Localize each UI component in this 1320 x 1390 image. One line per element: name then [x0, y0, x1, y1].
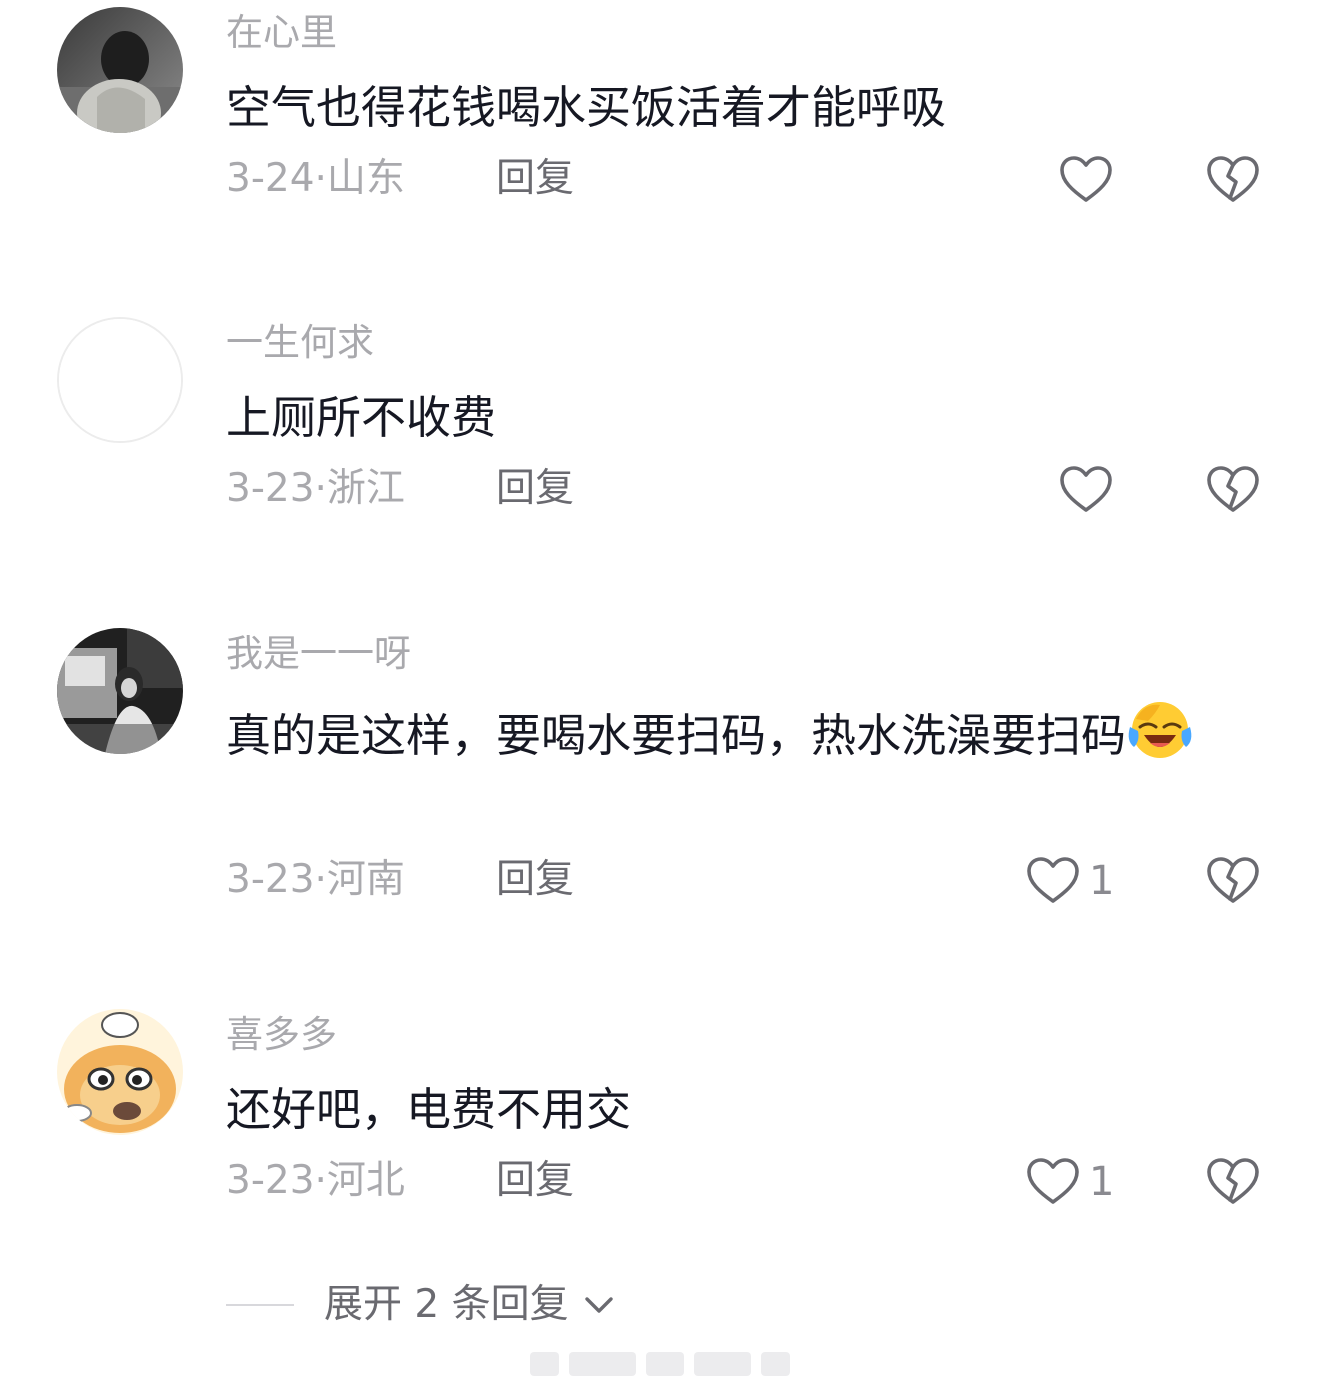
expand-divider: [226, 1304, 294, 1306]
blank-avatar-icon[interactable]: [57, 317, 183, 443]
comment-username[interactable]: 我是一一呀: [226, 631, 411, 677]
comment-username[interactable]: 在心里: [226, 10, 337, 56]
comment-date: 3-24: [226, 156, 315, 201]
cartoon-chef-avatar-icon[interactable]: [57, 1009, 183, 1135]
watermark: [530, 1352, 791, 1380]
comment-location: 河南: [326, 857, 405, 902]
like-count: 1: [1089, 1159, 1115, 1205]
comment-location: 河北: [326, 1158, 405, 1203]
profile-photo-icon[interactable]: [57, 628, 183, 754]
comment-item: 在心里 空气也得花钱喝水买饭活着才能呼吸 3-24·山东 回复: [0, 0, 1320, 300]
reply-button[interactable]: 回复: [496, 466, 574, 512]
meta-separator: ·: [314, 466, 327, 511]
comment-username[interactable]: 喜多多: [226, 1012, 337, 1058]
reply-button[interactable]: 回复: [496, 1158, 574, 1204]
comment-text-content: 真的是这样，要喝水要扫码，热水洗澡要扫码: [226, 709, 1127, 762]
dislike-button[interactable]: [1205, 855, 1261, 907]
comment-date: 3-23: [226, 466, 315, 511]
reply-button[interactable]: 回复: [496, 156, 574, 202]
tears-of-joy-emoji-icon: [1126, 697, 1194, 761]
broken-heart-icon: [1207, 1158, 1259, 1204]
like-button[interactable]: 1: [1025, 1156, 1114, 1208]
comment-date: 3-23: [226, 857, 315, 902]
heart-outline-icon: [1027, 857, 1079, 903]
comment-item: 喜多多 还好吧，电费不用交 3-23·河北 回复 1: [0, 1002, 1320, 1302]
meta-separator: ·: [314, 156, 327, 201]
comment-meta: 3-23·浙江: [226, 466, 405, 512]
comment-meta: 3-23·河北: [226, 1158, 405, 1204]
comment-meta: 3-23·河南: [226, 857, 405, 903]
dislike-button[interactable]: [1205, 464, 1261, 516]
expand-replies-button[interactable]: 展开 2 条回复: [226, 1280, 619, 1330]
comment-date: 3-23: [226, 1158, 315, 1203]
dislike-button[interactable]: [1205, 154, 1261, 206]
meta-separator: ·: [314, 857, 327, 902]
profile-photo-icon[interactable]: [57, 7, 183, 133]
meta-separator: ·: [314, 1158, 327, 1203]
comment-text: 还好吧，电费不用交: [226, 1083, 632, 1136]
dislike-button[interactable]: [1205, 1156, 1261, 1208]
comment-meta: 3-24·山东: [226, 156, 405, 202]
heart-outline-icon: [1060, 466, 1112, 512]
comment-username[interactable]: 一生何求: [226, 320, 374, 366]
heart-outline-icon: [1060, 156, 1112, 202]
comment-text: 空气也得花钱喝水买饭活着才能呼吸: [226, 81, 947, 134]
comment-item: 我是一一呀 真的是这样，要喝水要扫码，热水洗澡要扫码 3-23·河南 回复 1: [0, 621, 1320, 981]
comment-location: 山东: [326, 156, 405, 201]
reply-button[interactable]: 回复: [496, 857, 574, 903]
comment-location: 浙江: [326, 466, 405, 511]
heart-outline-icon: [1027, 1158, 1079, 1204]
like-button[interactable]: 1: [1025, 855, 1114, 907]
broken-heart-icon: [1207, 857, 1259, 903]
expand-replies-label: 展开 2 条回复: [324, 1282, 569, 1327]
broken-heart-icon: [1207, 156, 1259, 202]
comment-text: 上厕所不收费: [226, 391, 497, 444]
like-button[interactable]: [1058, 464, 1122, 516]
comment-text: 真的是这样，要喝水要扫码，热水洗澡要扫码: [226, 697, 1236, 768]
comment-item: 一生何求 上厕所不收费 3-23·浙江 回复: [0, 310, 1320, 610]
broken-heart-icon: [1207, 466, 1259, 512]
chevron-down-icon: [584, 1297, 613, 1313]
like-button[interactable]: [1058, 154, 1122, 206]
like-count: 1: [1089, 858, 1115, 904]
